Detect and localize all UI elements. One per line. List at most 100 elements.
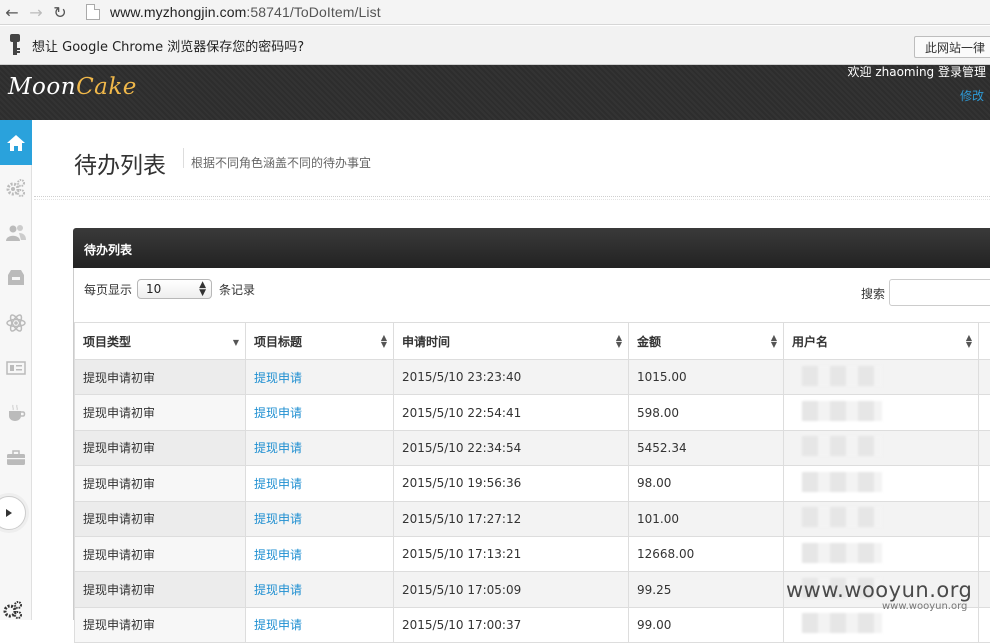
cell-amount: 1015.00 (629, 360, 784, 395)
cell-username (784, 501, 979, 536)
cell-title: 提现申请 (246, 501, 394, 536)
cell-type: 提现申请初审 (75, 536, 246, 571)
cell-title: 提现申请 (246, 430, 394, 465)
watermark-small: www.wooyun.org (882, 601, 967, 612)
cell-time: 2015/5/10 19:56:36 (394, 466, 629, 501)
page-length-value: 10 (146, 282, 161, 296)
sidebar-item-list[interactable] (0, 345, 32, 390)
column-header-type[interactable]: 项目类型 ▼ (75, 323, 246, 360)
cell-username (784, 466, 979, 501)
sidebar-toggle-button[interactable] (0, 496, 26, 530)
sidebar-item-inbox[interactable] (0, 255, 32, 300)
cell-time: 2015/5/10 17:13:21 (394, 536, 629, 571)
column-header-time[interactable]: 申请时间 ▲▼ (394, 323, 629, 360)
table-row: 提现申请初审提现申请2015/5/10 17:27:12101.00 (75, 501, 990, 536)
search-input[interactable] (889, 279, 990, 306)
redacted-username (802, 543, 882, 563)
cell-amount: 5452.34 (629, 430, 784, 465)
address-bar[interactable]: www.myzhongjin.com:58741/ToDoItem/List (110, 4, 381, 20)
cell-title: 提现申请 (246, 360, 394, 395)
item-title-link[interactable]: 提现申请 (254, 441, 302, 455)
atom-icon (6, 313, 26, 333)
bottom-gear-icon[interactable] (0, 598, 26, 620)
column-header-extra[interactable] (979, 323, 990, 360)
cell-extra (979, 536, 990, 571)
page-length-label: 每页显示 (84, 281, 132, 298)
table-row: 提现申请初审提现申请 2015/5/10 22:34:545452.34 (75, 430, 990, 465)
sidebar-item-home[interactable] (0, 120, 32, 165)
cell-time: 2015/5/10 22:34:54 (394, 430, 629, 465)
sort-icon: ▲▼ (966, 334, 972, 348)
column-header-username[interactable]: 用户名▲▼ (784, 323, 979, 360)
table-row: 提现申请初审提现申请2015/5/10 23:23:401015.00 (75, 360, 990, 395)
search-label: 搜索 (861, 285, 885, 302)
back-icon[interactable]: ← (0, 0, 24, 24)
sort-desc-icon: ▼ (233, 338, 239, 347)
page-icon (86, 4, 100, 20)
cell-title: 提现申请 (246, 395, 394, 430)
page-title: 待办列表 (74, 146, 166, 180)
redacted-username (802, 436, 882, 456)
page-length-select[interactable]: 10 ▲▼ (137, 279, 212, 299)
column-header-amount[interactable]: 金额▲▼ (629, 323, 784, 360)
table-row: 提现申请初审提现申请2015/5/10 17:13:2112668.00 (75, 536, 990, 571)
cell-extra (979, 607, 990, 642)
column-label: 申请时间 (402, 335, 450, 349)
column-header-title[interactable]: 项目标题▲▼ (246, 323, 394, 360)
cell-type: 提现申请初审 (75, 572, 246, 607)
column-label: 项目类型 (83, 335, 131, 349)
cell-username (784, 430, 979, 465)
item-title-link[interactable]: 提现申请 (254, 512, 302, 526)
cell-extra (979, 501, 990, 536)
table-header-row: 项目类型▼ 项目标题▲▼ 申请时间▲▼ 金额▲▼ 用户名▲▼ (75, 323, 990, 360)
item-title-link[interactable]: 提现申请 (254, 548, 302, 562)
watermark: www.wooyun.org (786, 578, 972, 602)
cell-type: 提现申请初审 (75, 360, 246, 395)
redacted-username (802, 507, 882, 527)
item-title-link[interactable]: 提现申请 (254, 618, 302, 632)
cell-type: 提现申请初审 (75, 466, 246, 501)
cell-type: 提现申请初审 (75, 430, 246, 465)
forward-icon[interactable]: → (24, 0, 48, 24)
logo[interactable]: MoonCake (8, 74, 137, 100)
table-row: 提现申请初审提现申请2015/5/10 22:54:41598.00 (75, 395, 990, 430)
sort-icon: ▲▼ (771, 334, 777, 348)
sidebar-item-briefcase[interactable] (0, 435, 32, 480)
cell-amount: 101.00 (629, 501, 784, 536)
sort-icon: ▲▼ (616, 334, 622, 348)
cell-amount: 99.25 (629, 572, 784, 607)
item-title-link[interactable]: 提现申请 (254, 371, 302, 385)
cell-extra (979, 466, 990, 501)
sidebar-item-settings[interactable] (0, 165, 32, 210)
redacted-username (802, 472, 882, 492)
divider (34, 196, 990, 197)
briefcase-icon (6, 448, 26, 468)
cell-type: 提现申请初审 (75, 607, 246, 642)
modify-password-link[interactable]: 修改 (960, 87, 984, 104)
sidebar-item-coffee[interactable] (0, 390, 32, 435)
cell-amount: 99.00 (629, 607, 784, 642)
cell-type: 提现申请初审 (75, 395, 246, 430)
cell-title: 提现申请 (246, 607, 394, 642)
sidebar-item-atom[interactable] (0, 300, 32, 345)
cell-title: 提现申请 (246, 572, 394, 607)
coffee-icon (6, 403, 26, 423)
play-icon (4, 508, 14, 518)
never-save-button[interactable]: 此网站一律 (914, 36, 990, 58)
logo-main: Moon (8, 74, 76, 100)
item-title-link[interactable]: 提现申请 (254, 406, 302, 420)
sidebar-item-users[interactable] (0, 210, 32, 255)
cell-extra (979, 572, 990, 607)
reload-icon[interactable]: ↻ (48, 0, 72, 24)
item-title-link[interactable]: 提现申请 (254, 583, 302, 597)
cell-extra (979, 395, 990, 430)
users-icon (6, 223, 26, 243)
welcome-text: 欢迎 zhaoming 登录管理 (848, 63, 986, 80)
sidebar (0, 120, 32, 620)
cell-time: 2015/5/10 17:00:37 (394, 607, 629, 642)
redacted-username (802, 401, 882, 421)
item-title-link[interactable]: 提现申请 (254, 477, 302, 491)
panel-header: 待办列表 (73, 228, 990, 268)
column-label: 项目标题 (254, 335, 302, 349)
redacted-username (802, 366, 882, 386)
